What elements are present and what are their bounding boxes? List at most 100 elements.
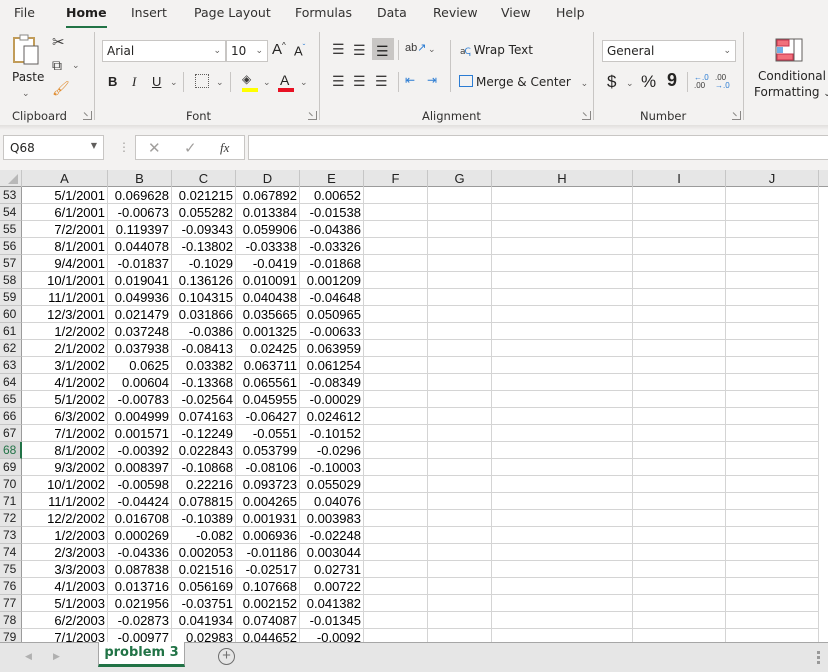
cell-b71[interactable]: -0.04424	[108, 493, 172, 510]
chevron-down-icon[interactable]: ⌄	[626, 78, 634, 89]
cell-a58[interactable]: 10/1/2001	[22, 272, 108, 289]
cell-d68[interactable]: 0.053799	[236, 442, 300, 459]
cell-a53[interactable]: 5/1/2001	[22, 187, 108, 204]
cell-g72[interactable]	[428, 510, 492, 527]
tab-page-layout[interactable]: Page Layout	[194, 5, 271, 20]
cell-i78[interactable]	[633, 612, 726, 629]
chevron-down-icon[interactable]: ⌄	[428, 44, 436, 55]
cell-f57[interactable]	[364, 255, 428, 272]
chevron-down-icon[interactable]: ⌄	[300, 77, 308, 88]
cell-c69[interactable]: -0.10868	[172, 459, 236, 476]
cell-c67[interactable]: -0.12249	[172, 425, 236, 442]
cell-i75[interactable]	[633, 561, 726, 578]
cell-e69[interactable]: -0.10003	[300, 459, 364, 476]
cell-e66[interactable]: 0.024612	[300, 408, 364, 425]
column-header-h[interactable]: H	[492, 170, 633, 187]
cut-icon[interactable]: ✂	[52, 33, 65, 51]
cell-e60[interactable]: 0.050965	[300, 306, 364, 323]
cell-d76[interactable]: 0.107668	[236, 578, 300, 595]
row-header[interactable]: 56	[0, 238, 22, 255]
cell-c61[interactable]: -0.0386	[172, 323, 236, 340]
cell-h63[interactable]	[492, 357, 633, 374]
align-right-icon[interactable]: ☰	[375, 73, 388, 90]
cell-a68[interactable]: 8/1/2002	[22, 442, 108, 459]
column-header-a[interactable]: A	[22, 170, 108, 187]
increase-indent-icon[interactable]: ⇥	[427, 73, 437, 87]
cell-f54[interactable]	[364, 204, 428, 221]
cell-d65[interactable]: 0.045955	[236, 391, 300, 408]
borders-icon[interactable]	[195, 74, 209, 88]
cell-i77[interactable]	[633, 595, 726, 612]
chevron-down-icon[interactable]: ⌄	[216, 77, 224, 88]
cell-j71[interactable]	[726, 493, 819, 510]
cell-d61[interactable]: 0.001325	[236, 323, 300, 340]
cell-b67[interactable]: 0.001571	[108, 425, 172, 442]
cell-j73[interactable]	[726, 527, 819, 544]
cell-e58[interactable]: 0.001209	[300, 272, 364, 289]
cell-a62[interactable]: 2/1/2002	[22, 340, 108, 357]
cell-c72[interactable]: -0.10389	[172, 510, 236, 527]
cell-f59[interactable]	[364, 289, 428, 306]
cell-a72[interactable]: 12/2/2002	[22, 510, 108, 527]
cell-i71[interactable]	[633, 493, 726, 510]
row-header[interactable]: 73	[0, 527, 22, 544]
cell-j72[interactable]	[726, 510, 819, 527]
cell-g61[interactable]	[428, 323, 492, 340]
cell-d62[interactable]: 0.02425	[236, 340, 300, 357]
cell-f75[interactable]	[364, 561, 428, 578]
row-header[interactable]: 59	[0, 289, 22, 306]
cell-e71[interactable]: 0.04076	[300, 493, 364, 510]
cell-j67[interactable]	[726, 425, 819, 442]
cell-j68[interactable]	[726, 442, 819, 459]
cell-c79[interactable]: 0.02983	[172, 629, 236, 642]
cell-h53[interactable]	[492, 187, 633, 204]
cell-c53[interactable]: 0.021215	[172, 187, 236, 204]
cell-h76[interactable]	[492, 578, 633, 595]
cell-h75[interactable]	[492, 561, 633, 578]
cell-c55[interactable]: -0.09343	[172, 221, 236, 238]
cell-a75[interactable]: 3/3/2003	[22, 561, 108, 578]
row-header[interactable]: 68	[0, 442, 22, 459]
cell-e73[interactable]: -0.02248	[300, 527, 364, 544]
cell-a78[interactable]: 6/2/2003	[22, 612, 108, 629]
cell-b66[interactable]: 0.004999	[108, 408, 172, 425]
cell-b69[interactable]: 0.008397	[108, 459, 172, 476]
cell-e64[interactable]: -0.08349	[300, 374, 364, 391]
cell-j79[interactable]	[726, 629, 819, 642]
align-center-icon[interactable]: ☰	[353, 73, 366, 90]
align-left-icon[interactable]: ☰	[332, 73, 345, 90]
cell-f78[interactable]	[364, 612, 428, 629]
cell-e54[interactable]: -0.01538	[300, 204, 364, 221]
column-header-d[interactable]: D	[236, 170, 300, 187]
cell-b76[interactable]: 0.013716	[108, 578, 172, 595]
cell-j57[interactable]	[726, 255, 819, 272]
cell-j76[interactable]	[726, 578, 819, 595]
cell-g75[interactable]	[428, 561, 492, 578]
cell-e78[interactable]: -0.01345	[300, 612, 364, 629]
cell-c56[interactable]: -0.13802	[172, 238, 236, 255]
cell-a76[interactable]: 4/1/2003	[22, 578, 108, 595]
cell-g55[interactable]	[428, 221, 492, 238]
cell-i62[interactable]	[633, 340, 726, 357]
cell-g59[interactable]	[428, 289, 492, 306]
cell-g69[interactable]	[428, 459, 492, 476]
column-header-f[interactable]: F	[364, 170, 428, 187]
row-header[interactable]: 78	[0, 612, 22, 629]
cell-h67[interactable]	[492, 425, 633, 442]
cell-d55[interactable]: 0.059906	[236, 221, 300, 238]
number-format-select[interactable]: General ⌄	[602, 40, 736, 62]
insert-function-button[interactable]: fx	[220, 140, 229, 156]
italic-button[interactable]: I	[132, 74, 136, 90]
cell-g73[interactable]	[428, 527, 492, 544]
cell-g64[interactable]	[428, 374, 492, 391]
cell-d59[interactable]: 0.040438	[236, 289, 300, 306]
cell-d78[interactable]: 0.074087	[236, 612, 300, 629]
cell-e63[interactable]: 0.061254	[300, 357, 364, 374]
row-header[interactable]: 79	[0, 629, 22, 642]
drag-handle-icon[interactable]: ⋮	[118, 140, 130, 154]
row-header[interactable]: 60	[0, 306, 22, 323]
cell-j78[interactable]	[726, 612, 819, 629]
cell-h61[interactable]	[492, 323, 633, 340]
cell-i65[interactable]	[633, 391, 726, 408]
cell-h66[interactable]	[492, 408, 633, 425]
